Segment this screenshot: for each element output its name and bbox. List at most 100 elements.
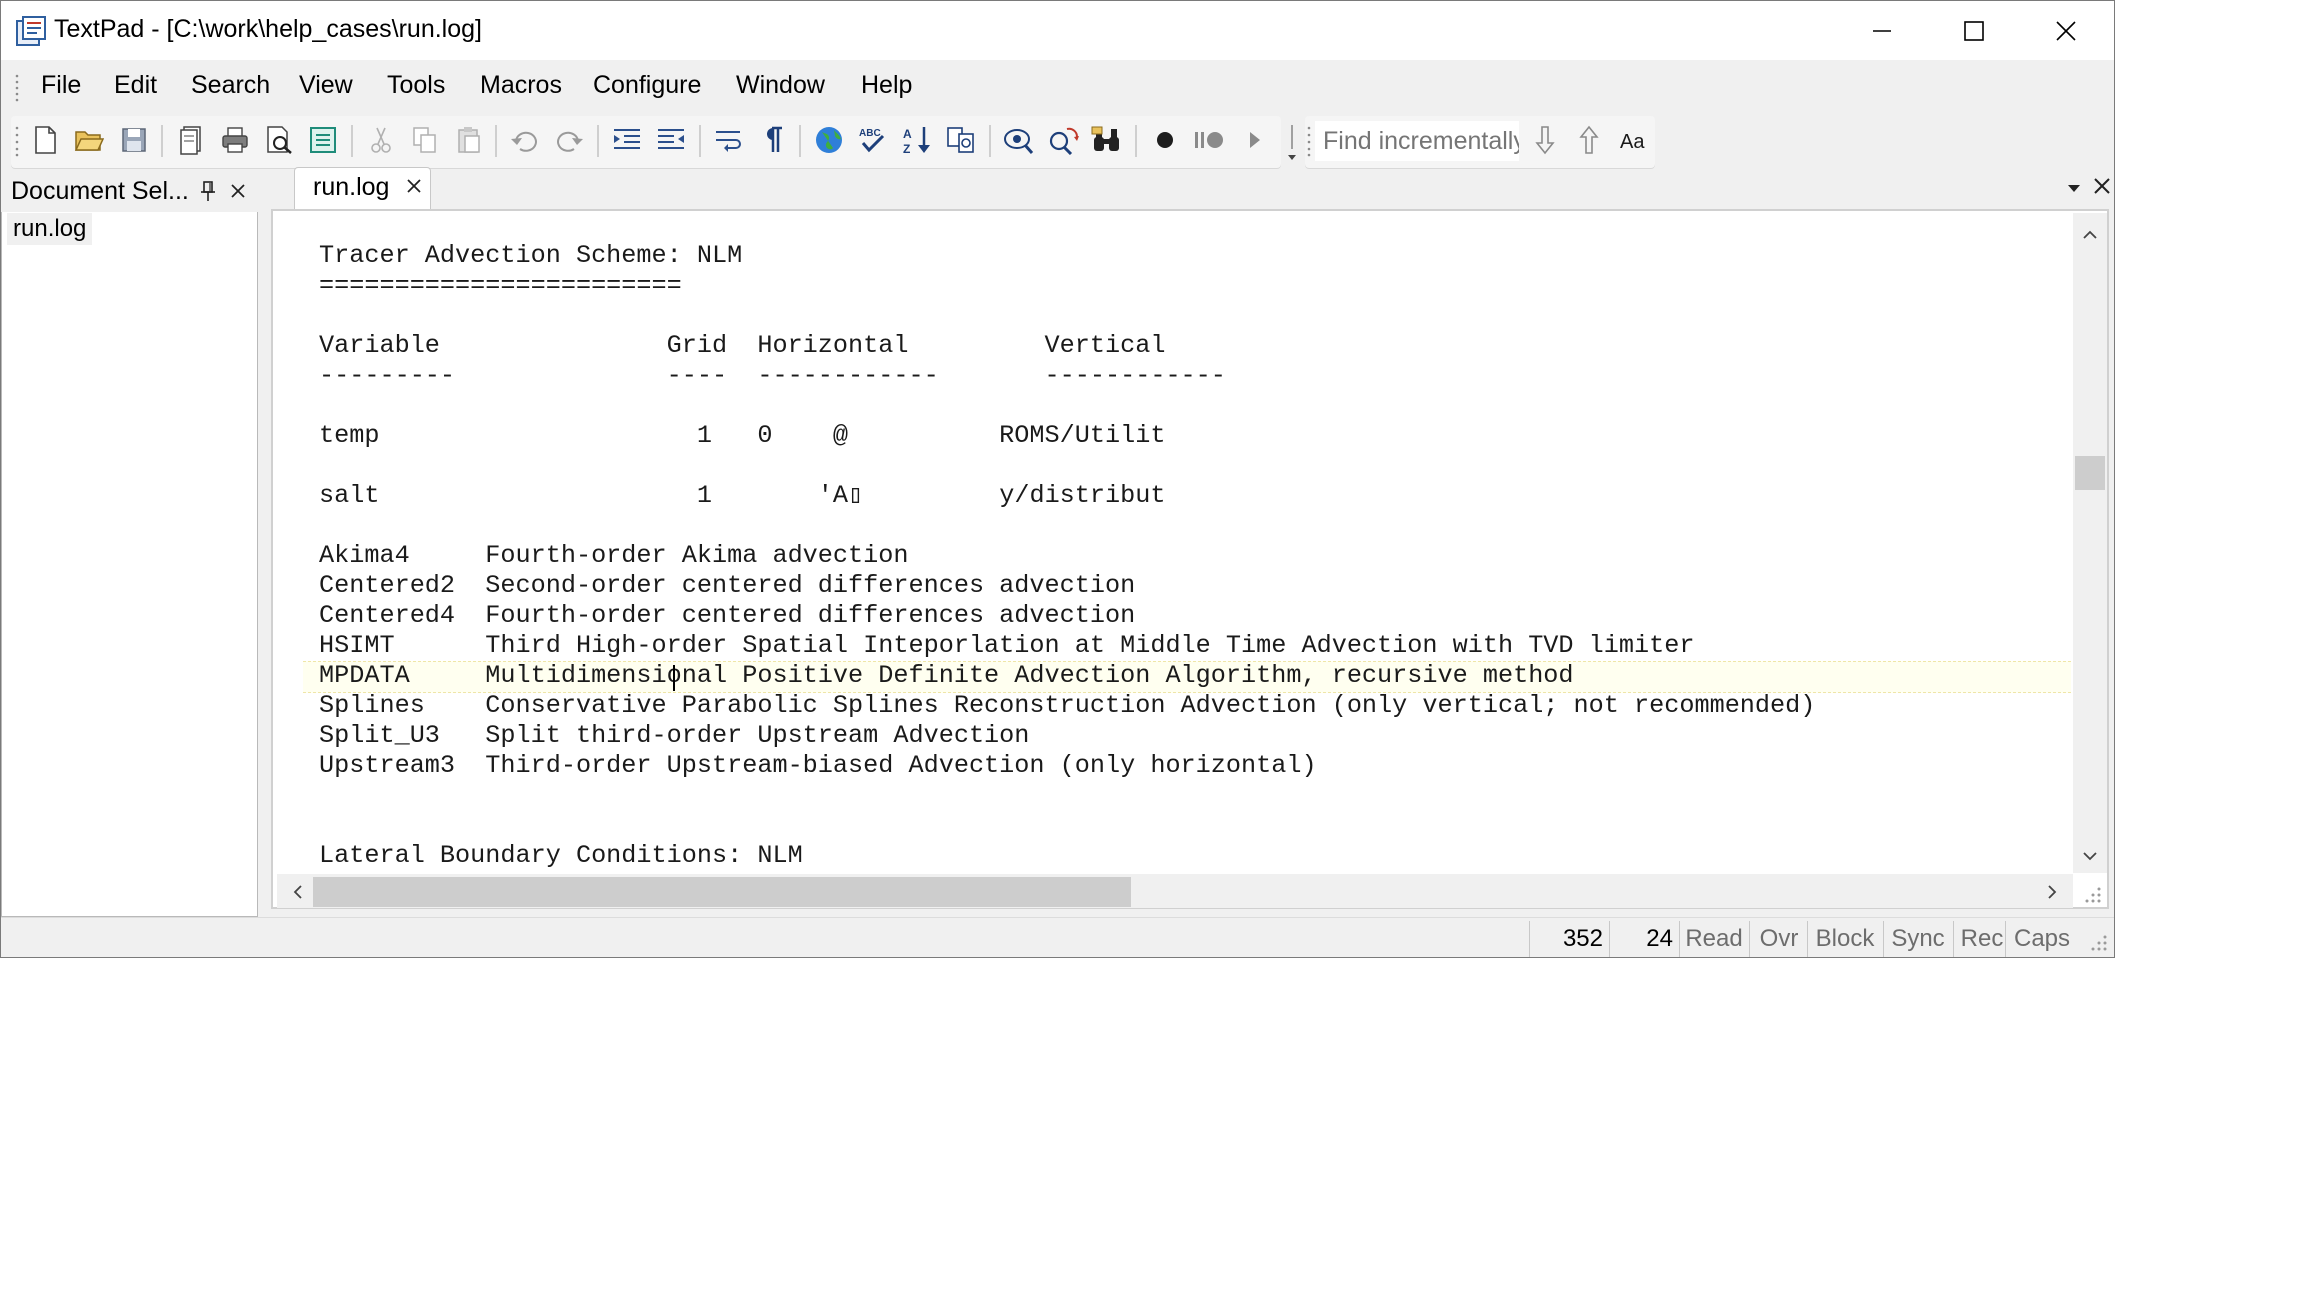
chevron-down-icon <box>1288 125 1296 160</box>
paste-button[interactable] <box>451 122 487 158</box>
outdent-button[interactable] <box>653 122 689 158</box>
menu-grip-icon[interactable] <box>15 73 19 103</box>
status-overwrite[interactable]: Ovr <box>1753 923 1805 955</box>
menu-tools[interactable]: Tools <box>387 71 445 100</box>
new-file-button[interactable] <box>27 122 63 158</box>
vertical-scrollbar[interactable] <box>2073 213 2107 873</box>
menu-configure[interactable]: Configure <box>593 71 701 100</box>
title-bar: TextPad - [C:\work\help_cases\run.log] <box>1 1 2114 60</box>
text-line[interactable]: Tracer Advection Scheme: NLM <box>319 241 742 271</box>
menu-file[interactable]: File <box>41 71 81 100</box>
scroll-down-button[interactable] <box>2075 844 2105 868</box>
show-formatting-button[interactable] <box>755 122 791 158</box>
document-list-item[interactable]: run.log <box>7 213 93 245</box>
text-line-current[interactable]: MPDATA Multidimensional Positive Definit… <box>319 661 1574 691</box>
text-line[interactable]: Lateral Boundary Conditions: NLM <box>319 841 803 871</box>
document-selector-panel <box>1 172 258 917</box>
find-next-button[interactable] <box>1527 122 1563 158</box>
status-separator <box>1679 921 1680 957</box>
pause-macro-button[interactable] <box>1191 122 1227 158</box>
print-icon <box>222 127 248 153</box>
menu-window[interactable]: Window <box>736 71 825 100</box>
text-line[interactable]: Akima4 Fourth-order Akima advection <box>319 541 908 571</box>
status-separator <box>1529 921 1530 957</box>
play-macro-button[interactable] <box>1237 122 1273 158</box>
cut-button[interactable] <box>363 122 399 158</box>
menu-edit[interactable]: Edit <box>114 71 157 100</box>
compare-files-button[interactable] <box>943 122 979 158</box>
document-tab-label[interactable]: run.log <box>313 173 389 202</box>
text-line[interactable]: Upstream3 Third-order Upstream-biased Ad… <box>319 751 1317 781</box>
text-line[interactable]: HSIMT Third High-order Spatial Inteporla… <box>319 631 1694 661</box>
match-case-button[interactable]: Aa <box>1615 122 1651 158</box>
status-record[interactable]: Rec <box>1957 923 2007 955</box>
close-document-button[interactable] <box>2089 171 2114 201</box>
indent-button[interactable] <box>609 122 645 158</box>
status-read-only[interactable]: Read <box>1683 923 1745 955</box>
maximize-button[interactable] <box>1928 1 2020 60</box>
word-wrap-button[interactable] <box>711 122 747 158</box>
status-line-number: 352 <box>1562 925 1603 952</box>
print-button[interactable] <box>217 122 253 158</box>
text-line[interactable]: Centered4 Fourth-order centered differen… <box>319 601 1135 631</box>
text-line[interactable]: salt 1 'A▯ y/distribut <box>319 481 1166 511</box>
close-panel-button[interactable] <box>223 175 253 207</box>
status-caps-lock[interactable]: Caps <box>2009 923 2075 955</box>
spell-panel-icon <box>310 127 336 153</box>
menu-help[interactable]: Help <box>861 71 912 100</box>
resize-grip-icon[interactable] <box>2081 883 2103 905</box>
vertical-scrollbar-thumb[interactable] <box>2075 456 2105 490</box>
open-file-button[interactable] <box>71 122 107 158</box>
find-toolbar-grip-icon[interactable] <box>1307 125 1311 157</box>
text-line[interactable]: ======================== <box>319 271 682 301</box>
close-window-button[interactable] <box>2020 1 2112 60</box>
status-sync[interactable]: Sync <box>1887 923 1949 955</box>
find-incrementally-input[interactable] <box>1315 121 1519 161</box>
view-button[interactable] <box>1001 122 1037 158</box>
scroll-right-button[interactable] <box>2041 877 2063 907</box>
chevron-left-icon <box>293 885 302 899</box>
tab-list-dropdown[interactable] <box>2061 175 2087 201</box>
text-line[interactable]: Variable Grid Horizontal Vertical <box>319 331 1165 361</box>
redo-button[interactable] <box>551 122 587 158</box>
status-separator <box>1807 921 1808 957</box>
text-content[interactable]: Tracer Advection Scheme: NLM ===========… <box>303 241 2071 871</box>
close-tab-button[interactable] <box>401 171 427 201</box>
text-line[interactable]: --------- ---- ------------ ------------ <box>319 361 1226 391</box>
save-button[interactable] <box>116 122 152 158</box>
status-column-number: 24 <box>1646 925 1673 952</box>
scroll-up-button[interactable] <box>2075 223 2105 247</box>
print-preview-button[interactable] <box>261 122 297 158</box>
find-in-files-button[interactable] <box>1089 122 1125 158</box>
sort-button[interactable]: AZ <box>899 122 935 158</box>
save-all-button[interactable] <box>173 122 209 158</box>
minimize-button[interactable] <box>1836 1 1928 60</box>
menu-search[interactable]: Search <box>191 71 270 100</box>
text-line[interactable]: Split_U3 Split third-order Upstream Adve… <box>319 721 1029 751</box>
spell-panel-button[interactable] <box>305 122 341 158</box>
open-file-icon <box>74 131 104 151</box>
horizontal-scrollbar-thumb[interactable] <box>313 877 1131 907</box>
text-line[interactable]: Centered2 Second-order centered differen… <box>319 571 1135 601</box>
copy-button[interactable] <box>407 122 443 158</box>
window-resize-grip-icon[interactable] <box>2087 931 2109 953</box>
toolbar-separator <box>799 125 801 157</box>
status-block-mode[interactable]: Block <box>1811 923 1879 955</box>
text-line[interactable]: Splines Conservative Parabolic Splines R… <box>319 691 1815 721</box>
record-macro-button[interactable] <box>1147 122 1183 158</box>
text-line[interactable]: temp 1 0 @ ROMS/Utilit <box>319 421 1165 451</box>
undo-button[interactable] <box>507 122 543 158</box>
toolbar-grip-icon[interactable] <box>15 125 19 157</box>
spell-check-button[interactable]: ABC <box>855 122 891 158</box>
view-icon <box>1004 129 1034 154</box>
view-in-browser-button[interactable] <box>811 122 847 158</box>
textpad-app-icon[interactable] <box>15 15 47 47</box>
scroll-left-button[interactable] <box>287 877 309 907</box>
toolbar-overflow-button[interactable] <box>1285 121 1299 165</box>
menu-view[interactable]: View <box>299 71 353 100</box>
record-macro-icon <box>1157 132 1173 148</box>
menu-macros[interactable]: Macros <box>480 71 562 100</box>
replace-button[interactable] <box>1045 122 1081 158</box>
find-previous-button[interactable] <box>1571 122 1607 158</box>
pin-panel-button[interactable] <box>193 175 223 207</box>
